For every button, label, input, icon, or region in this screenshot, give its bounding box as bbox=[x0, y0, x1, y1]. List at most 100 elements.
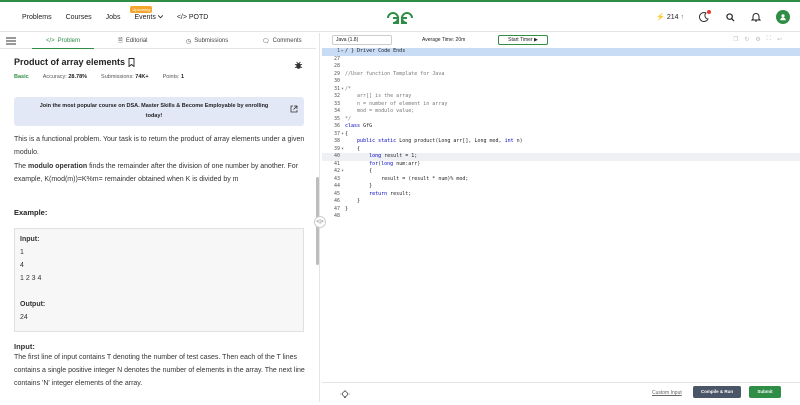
fold-toggle[interactable]: ▾ bbox=[341, 86, 344, 94]
copy-icon[interactable]: ❐ bbox=[733, 36, 738, 43]
line-number: 42 bbox=[333, 168, 340, 174]
submit-button[interactable]: Submit bbox=[749, 386, 781, 398]
lightbulb-icon[interactable] bbox=[340, 387, 350, 405]
code-line[interactable]: 48 bbox=[322, 213, 800, 221]
code-editor[interactable]: 1 ▸ / } Driver Code Ends 27 28 29//User funct… bbox=[322, 47, 800, 377]
custom-input-link[interactable]: Custom Input bbox=[652, 390, 682, 396]
search-button[interactable] bbox=[724, 11, 736, 23]
code-line[interactable]: 35 */ bbox=[322, 116, 800, 124]
example-input-label: Input: bbox=[20, 236, 40, 243]
nav-events[interactable]: Upcoming Events bbox=[130, 5, 166, 21]
course-promo-banner[interactable]: Join the most popular course on DSA. Mas… bbox=[14, 97, 304, 126]
gfg-logo[interactable] bbox=[385, 10, 415, 26]
code-icon: </> bbox=[45, 37, 55, 44]
code-line[interactable]: 30 bbox=[322, 78, 800, 86]
code-line[interactable]: 31 ▾/* bbox=[322, 86, 800, 94]
code-line[interactable]: 1 ▸ / } Driver Code Ends bbox=[322, 48, 800, 56]
notifications-button[interactable] bbox=[750, 11, 762, 23]
fold-toggle[interactable]: ▾ bbox=[341, 168, 344, 176]
tab-submissions[interactable]: ◷ Submissions bbox=[186, 33, 228, 49]
difficulty-badge: Basic bbox=[14, 74, 29, 80]
line-number: 35 bbox=[333, 115, 340, 122]
bell-icon bbox=[751, 13, 761, 22]
promo-text: Join the most popular course on DSA. Mas… bbox=[39, 103, 269, 119]
settings-icon[interactable]: ⚙ bbox=[755, 36, 760, 43]
language-select[interactable]: Java (1.8) bbox=[332, 35, 392, 45]
line-number: 44 bbox=[333, 183, 340, 189]
collapse-icon[interactable]: ↩ bbox=[777, 36, 782, 43]
line-number: 31 bbox=[333, 85, 340, 92]
code-line[interactable]: 38 public static Long product(Long arr[]… bbox=[322, 138, 800, 146]
bookmark-icon[interactable] bbox=[128, 57, 135, 67]
nav-courses[interactable]: Courses bbox=[62, 14, 96, 21]
fold-toggle[interactable]: ▾ bbox=[341, 131, 344, 139]
code-line[interactable]: 28 bbox=[322, 63, 800, 71]
code-line[interactable]: 37 ▾{ bbox=[322, 131, 800, 139]
streak-counter[interactable]: ⚡ 214 ↑ bbox=[656, 13, 684, 22]
line-number: 47 bbox=[333, 205, 340, 212]
reset-icon[interactable]: ↻ bbox=[744, 36, 749, 43]
line-number: 34 bbox=[333, 108, 340, 114]
tab-editorial[interactable]: 🗎 Editorial bbox=[118, 33, 148, 49]
compile-run-button[interactable]: Compile & Run bbox=[693, 386, 741, 398]
code-line[interactable]: 34 mod = modulo value; bbox=[322, 108, 800, 116]
lightning-icon: ⚡ bbox=[656, 14, 665, 21]
code-line[interactable]: 43 result = (result * num)% mod; bbox=[322, 176, 800, 184]
line-number: 1 bbox=[336, 48, 340, 54]
line-number: 33 bbox=[333, 100, 340, 107]
search-icon bbox=[725, 12, 735, 22]
line-number: 38 bbox=[333, 138, 340, 144]
line-number: 46 bbox=[333, 198, 340, 204]
modulo-bold: modulo operation bbox=[28, 163, 88, 170]
nav-potd-label: POTD bbox=[188, 13, 209, 21]
code-line[interactable]: 46 } bbox=[322, 198, 800, 206]
tab-problem[interactable]: </> Problem bbox=[32, 33, 94, 49]
code-line[interactable]: 27 bbox=[322, 56, 800, 64]
code-line[interactable]: 44 } bbox=[322, 183, 800, 191]
code-text: public static Long product(Long arr[], L… bbox=[357, 138, 523, 144]
points-label: Points: bbox=[162, 74, 180, 80]
nav-problems[interactable]: Problems bbox=[18, 14, 56, 21]
tab-comments-label: Comments bbox=[272, 38, 302, 44]
code-icon: </> bbox=[176, 13, 187, 21]
menu-icon[interactable] bbox=[6, 37, 16, 47]
code-line[interactable]: 36 class GfG bbox=[322, 123, 800, 131]
line-number: 48 bbox=[333, 213, 340, 219]
nav-potd[interactable]: </> POTD bbox=[173, 14, 213, 21]
nav-jobs[interactable]: Jobs bbox=[102, 14, 125, 21]
code-line[interactable]: 29 //User function Template for Java bbox=[322, 71, 800, 79]
tab-comments[interactable]: 🗨 Comments bbox=[262, 33, 302, 49]
code-line[interactable]: 39 ▾ { bbox=[322, 146, 800, 154]
line-number: 32 bbox=[333, 93, 340, 99]
code-text: for(long num:arr) bbox=[369, 160, 421, 167]
play-icon: ▶ bbox=[533, 37, 538, 43]
code-line[interactable]: 42 ▾ { bbox=[322, 168, 800, 176]
code-text: { bbox=[345, 168, 373, 174]
dark-mode-toggle[interactable] bbox=[698, 10, 711, 23]
line-number: 36 bbox=[333, 123, 340, 129]
avatar[interactable] bbox=[776, 10, 790, 24]
line-number: 27 bbox=[333, 55, 340, 62]
report-bug-icon[interactable] bbox=[294, 57, 303, 75]
submissions-label: Submissions: bbox=[101, 74, 134, 80]
start-timer-button[interactable]: Start Timer ▶ bbox=[498, 35, 548, 45]
fullscreen-icon[interactable]: ⛶ bbox=[767, 36, 771, 43]
fold-toggle[interactable]: ▸ bbox=[341, 48, 344, 56]
line-number: 41 bbox=[333, 160, 340, 167]
code-line[interactable]: 40 long result = 1; bbox=[322, 153, 800, 161]
external-link-icon[interactable] bbox=[290, 105, 298, 117]
accuracy-stat: Accuracy: 28.78% bbox=[43, 74, 87, 80]
editor-toolbar: Java (1.8) Average Time: 20m Start Timer… bbox=[322, 33, 800, 47]
code-line[interactable]: 33 n = number of element in array bbox=[322, 101, 800, 109]
editor-footer: Custom Input Compile & Run Submit bbox=[322, 382, 800, 402]
code-line[interactable]: 41 for(long num:arr) bbox=[322, 161, 800, 169]
code-line[interactable]: 47} bbox=[322, 206, 800, 214]
timer-label: Start Timer bbox=[508, 37, 533, 43]
code-line[interactable]: 32 arr[] is the array bbox=[322, 93, 800, 101]
upcoming-badge: Upcoming bbox=[130, 5, 153, 13]
fold-toggle[interactable]: ▾ bbox=[341, 146, 344, 154]
streak-count: 214 bbox=[666, 13, 679, 21]
submissions-value: 74K+ bbox=[135, 74, 149, 80]
example-input-line: 1 2 3 4 bbox=[20, 275, 42, 282]
code-line[interactable]: 45 return result; bbox=[322, 191, 800, 199]
